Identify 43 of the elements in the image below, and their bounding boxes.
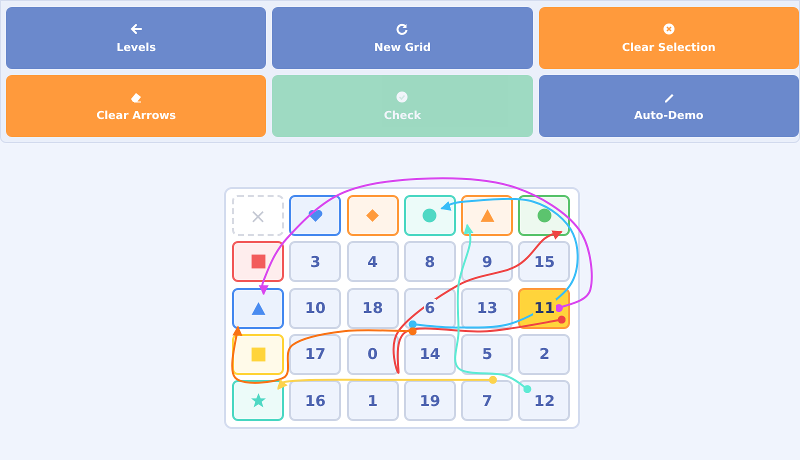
- shape-cell[interactable]: [232, 241, 284, 282]
- shape-cell[interactable]: [461, 195, 514, 236]
- number-cell[interactable]: 8: [404, 241, 456, 282]
- number-cell[interactable]: 7: [461, 380, 514, 422]
- number-cell[interactable]: 18: [346, 288, 399, 329]
- heart-icon: [306, 207, 324, 224]
- number-cell[interactable]: 17: [289, 334, 342, 375]
- number-cell[interactable]: 2: [518, 334, 570, 375]
- eraser-icon: [130, 90, 142, 102]
- number-cell[interactable]: 19: [404, 380, 456, 422]
- x-circle-icon: [662, 22, 675, 34]
- number-cell[interactable]: 14: [404, 334, 456, 375]
- triangle-icon: [250, 300, 266, 317]
- number-cell[interactable]: 9: [461, 241, 514, 282]
- number-cell[interactable]: 5: [461, 334, 514, 375]
- square-icon: [250, 346, 266, 363]
- number-cell[interactable]: 12: [518, 380, 570, 422]
- number-cell[interactable]: 15: [518, 241, 570, 282]
- triangle-icon: [478, 207, 496, 224]
- number-cell[interactable]: 16: [289, 380, 342, 422]
- shape-cell[interactable]: [404, 195, 456, 236]
- shape-cell[interactable]: [346, 195, 399, 236]
- shape-cell[interactable]: [232, 288, 284, 329]
- check-circle-icon: [396, 90, 408, 102]
- number-cell[interactable]: 3: [289, 241, 342, 282]
- shape-cell[interactable]: [518, 195, 570, 236]
- toolbar-button[interactable]: New Grid: [272, 7, 533, 69]
- number-cell[interactable]: 13: [461, 288, 514, 329]
- toolbar-button[interactable]: Levels: [6, 7, 266, 69]
- shape-cell[interactable]: [289, 195, 342, 236]
- number-cell[interactable]: 10: [289, 288, 342, 329]
- refresh-icon: [396, 22, 408, 34]
- star-icon: [250, 392, 266, 410]
- shape-cell[interactable]: [232, 380, 284, 422]
- circle-icon: [421, 207, 438, 224]
- diamond-icon: [364, 207, 382, 224]
- number-cell[interactable]: 1: [346, 380, 399, 422]
- number-cell[interactable]: 4: [346, 241, 399, 282]
- number-cell[interactable]: 0: [346, 334, 399, 375]
- arrow-left-icon: [130, 22, 142, 34]
- square-icon: [250, 253, 266, 270]
- circle-icon: [536, 207, 553, 224]
- toolbar-button[interactable]: Auto-Demo: [538, 75, 799, 137]
